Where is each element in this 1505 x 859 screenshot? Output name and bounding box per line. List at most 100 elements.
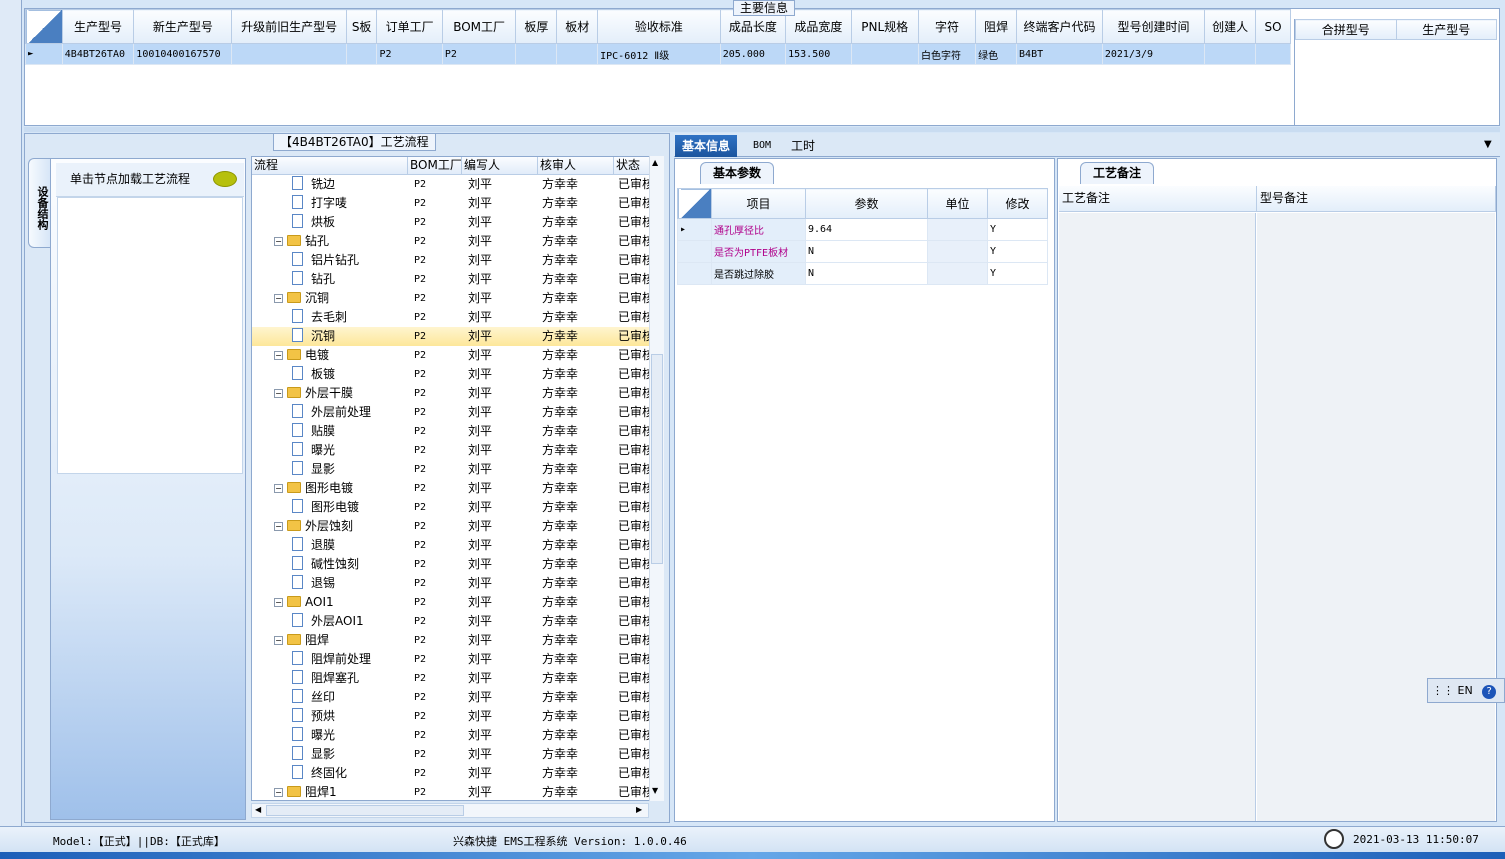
param-modify[interactable]: Y [987,240,1048,263]
row-indicator[interactable] [677,240,712,263]
process-tree[interactable]: 流程 BOM工厂 编写人 核审人 状态 铣边 P2 刘平 方幸幸 已审核 打字唛 P2 刘平 方幸幸 已审… [251,156,664,801]
collapse-icon[interactable]: − [274,351,283,360]
tab-device-structure[interactable]: 设备结构 [28,158,50,248]
tree-node[interactable]: 图形电镀 [252,498,408,517]
tree-node[interactable]: 退膜 [252,536,408,555]
main-col-header[interactable]: 终端客户代码 [1016,9,1103,44]
main-col-header[interactable]: 升级前旧生产型号 [231,9,347,44]
param-modify[interactable]: Y [987,218,1048,241]
main-col-header[interactable]: 验收标准 [597,9,721,44]
param-item[interactable]: 是否为PTFE板材 [711,240,806,263]
tree-row[interactable]: − 钻孔 P2 刘平 方幸幸 已审核 [252,232,663,251]
tree-col-header[interactable]: 编写人 [462,157,538,174]
tree-horizontal-scrollbar[interactable]: ◀ ▶ [251,803,649,818]
main-col-header[interactable]: 阻焊 [975,9,1018,44]
param-unit[interactable] [927,240,988,263]
tabs-dropdown-icon[interactable]: ▼ [1484,139,1492,150]
param-unit[interactable] [927,262,988,285]
main-col-header[interactable]: 订单工厂 [376,9,443,44]
tab-work-hours[interactable]: 工时 [784,135,822,157]
main-cell[interactable]: IPC-6012 Ⅱ级 [597,43,721,65]
tree-node[interactable]: 退锡 [252,574,408,593]
main-cell[interactable]: 2021/3/9 [1101,43,1206,65]
tree-row[interactable]: 贴膜 P2 刘平 方幸幸 已审核 [252,422,663,441]
param-col-header[interactable]: 单位 [927,188,988,219]
tree-node[interactable]: 碱性蚀刻 [252,555,408,574]
main-cell[interactable]: 4B4BT26TA0 [61,43,135,65]
main-col-header[interactable]: 生产型号 [61,9,135,44]
main-cell[interactable]: B4BT [1016,43,1103,65]
scroll-left-icon[interactable]: ◀ [255,805,261,814]
tree-node[interactable]: 铝片钻孔 [252,251,408,270]
param-col-header[interactable]: 项目 [711,188,806,219]
collapse-icon[interactable]: − [274,598,283,607]
subtab-basic-params[interactable]: 基本参数 [700,162,775,184]
collapse-icon[interactable]: − [274,294,283,303]
tree-row[interactable]: 去毛刺 P2 刘平 方幸幸 已审核 [252,308,663,327]
tree-node[interactable]: 钻孔 [252,270,408,289]
main-cell[interactable]: 153.500 [785,43,852,65]
device-tree-box[interactable] [57,197,243,474]
param-item[interactable]: 通孔厚径比 [711,218,806,241]
main-col-header[interactable]: 字符 [917,9,977,44]
main-col-header[interactable]: 成品宽度 [785,9,852,44]
param-row[interactable]: ▸ 通孔厚径比 9.64 Y [677,218,1048,241]
tab-basic-info[interactable]: 基本信息 [675,135,738,157]
tree-node[interactable]: 阻焊塞孔 [252,669,408,688]
scroll-thumb[interactable] [651,354,663,564]
main-col-header[interactable]: 板厚 [515,9,558,44]
grid-corner[interactable] [25,9,63,44]
tree-row[interactable]: 阻焊前处理 P2 刘平 方幸幸 已审核 [252,650,663,669]
main-cell[interactable] [345,43,378,65]
tree-row[interactable]: − 外层蚀刻 P2 刘平 方幸幸 已审核 [252,517,663,536]
collapse-icon[interactable]: − [274,237,283,246]
main-col-header[interactable]: BOM工厂 [441,9,517,44]
tree-row[interactable]: 打字唛 P2 刘平 方幸幸 已审核 [252,194,663,213]
tree-row[interactable]: 铝片钻孔 P2 刘平 方幸幸 已审核 [252,251,663,270]
tree-node[interactable]: 烘板 [252,213,408,232]
tree-node[interactable]: − AOI1 [252,593,408,612]
row-indicator[interactable]: ▸ [677,218,712,241]
main-cell[interactable]: P2 [376,43,443,65]
tab-bom[interactable]: BOM [746,135,778,157]
main-cell[interactable]: 205.000 [719,43,787,65]
tree-row[interactable]: 沉铜 P2 刘平 方幸幸 已审核 [252,327,663,346]
tree-node[interactable]: − 外层干膜 [252,384,408,403]
tree-node[interactable]: 板镀 [252,365,408,384]
tree-row[interactable]: 阻焊塞孔 P2 刘平 方幸幸 已审核 [252,669,663,688]
hscroll-thumb[interactable] [266,805,464,816]
param-row[interactable]: 是否为PTFE板材 N Y [677,240,1048,263]
param-value[interactable]: N [805,262,928,285]
tree-col-header[interactable]: 核审人 [538,157,614,174]
tree-node[interactable]: 曝光 [252,726,408,745]
main-col-header[interactable]: PNL规格 [850,9,919,44]
tree-row[interactable]: 丝印 P2 刘平 方幸幸 已审核 [252,688,663,707]
tree-row[interactable]: 曝光 P2 刘平 方幸幸 已审核 [252,441,663,460]
tree-row[interactable]: 曝光 P2 刘平 方幸幸 已审核 [252,726,663,745]
param-col-header[interactable]: 参数 [805,188,928,219]
tree-row[interactable]: − 电镀 P2 刘平 方幸幸 已审核 [252,346,663,365]
collapse-icon[interactable]: − [274,389,283,398]
main-cell[interactable] [231,43,347,65]
tree-node[interactable]: − 外层蚀刻 [252,517,408,536]
tree-node[interactable]: 预烘 [252,707,408,726]
tree-node[interactable]: 去毛刺 [252,308,408,327]
main-col-header[interactable]: 板材 [556,9,599,44]
model-note-textarea[interactable] [1257,213,1495,821]
tree-row[interactable]: 预烘 P2 刘平 方幸幸 已审核 [252,707,663,726]
param-item[interactable]: 是否跳过除胶 [711,262,806,285]
main-col-header[interactable]: 创建人 [1204,9,1257,44]
tree-row[interactable]: 碱性蚀刻 P2 刘平 方幸幸 已审核 [252,555,663,574]
tree-row[interactable]: − 沉铜 P2 刘平 方幸幸 已审核 [252,289,663,308]
tree-row[interactable]: 显影 P2 刘平 方幸幸 已审核 [252,745,663,764]
tree-row[interactable]: 终固化 P2 刘平 方幸幸 已审核 [252,764,663,783]
tree-vertical-scrollbar[interactable]: ▲ ▼ [649,156,664,801]
tree-node[interactable]: 贴膜 [252,422,408,441]
tree-node[interactable]: 铣边 [252,175,408,194]
process-note-textarea[interactable] [1059,213,1256,821]
tree-node[interactable]: − 图形电镀 [252,479,408,498]
main-col-header[interactable]: SO [1255,9,1291,44]
param-row[interactable]: 是否跳过除胶 N Y [677,262,1048,285]
collapse-icon[interactable]: − [274,636,283,645]
scroll-down-icon[interactable]: ▼ [652,786,658,795]
